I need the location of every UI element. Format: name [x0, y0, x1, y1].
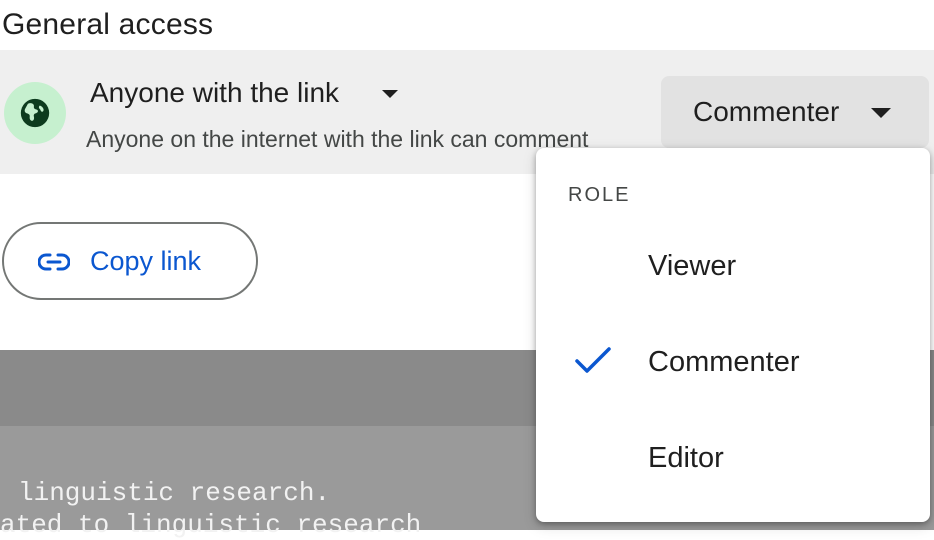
- role-dropdown-button[interactable]: Commenter: [661, 76, 929, 148]
- chevron-down-icon: [871, 108, 891, 118]
- section-title: General access: [2, 8, 214, 41]
- copy-link-label: Copy link: [90, 246, 202, 276]
- chevron-down-icon[interactable]: [382, 90, 398, 98]
- globe-icon: [4, 82, 66, 144]
- background-text-line: linguistic research.: [18, 478, 331, 508]
- check-icon: [574, 346, 612, 381]
- background-text-line: ated to linguistic research: [0, 510, 422, 540]
- role-option-editor[interactable]: Editor: [536, 420, 930, 500]
- role-option-commenter[interactable]: Commenter: [536, 324, 930, 404]
- access-description: Anyone on the internet with the link can…: [86, 126, 589, 152]
- role-option-viewer[interactable]: Viewer: [536, 228, 930, 308]
- role-option-label: Viewer: [648, 250, 737, 282]
- role-option-label: Commenter: [648, 346, 800, 378]
- access-level-dropdown[interactable]: Anyone with the link: [90, 77, 339, 109]
- copy-link-button[interactable]: Copy link: [2, 222, 258, 300]
- role-menu: ROLE Viewer Commenter Editor: [536, 148, 930, 522]
- link-icon: [37, 250, 71, 279]
- role-menu-heading: ROLE: [568, 184, 631, 206]
- role-dropdown-label: Commenter: [693, 96, 840, 127]
- role-option-label: Editor: [648, 442, 724, 474]
